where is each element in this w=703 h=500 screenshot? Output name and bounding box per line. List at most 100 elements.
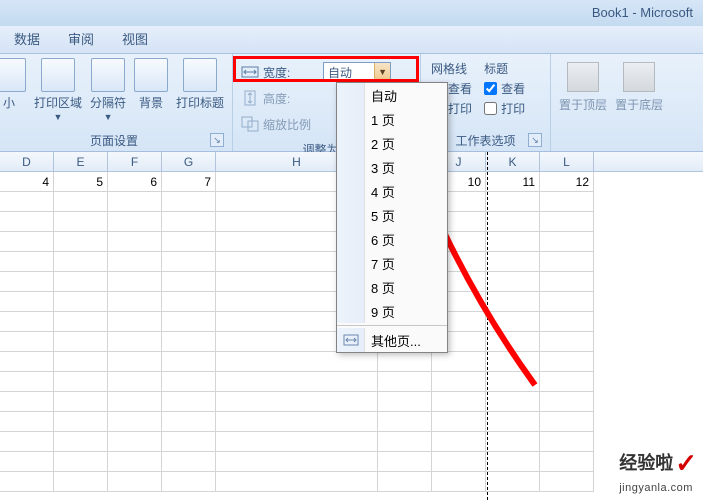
dropdown-item[interactable]: 1 页	[337, 107, 447, 131]
cell[interactable]: 6	[108, 172, 162, 192]
dropdown-item[interactable]: 3 页	[337, 155, 447, 179]
col-header[interactable]: F	[108, 152, 162, 171]
cell[interactable]	[0, 212, 54, 232]
cell[interactable]	[0, 332, 54, 352]
cell[interactable]	[0, 472, 54, 492]
send-back-button[interactable]: 置于底层	[611, 60, 667, 115]
dropdown-item[interactable]: 9 页	[337, 299, 447, 323]
cell[interactable]	[108, 252, 162, 272]
cell[interactable]	[432, 472, 486, 492]
headings-view-checkbox[interactable]: 查看	[478, 78, 531, 98]
cell[interactable]	[162, 252, 216, 272]
cell[interactable]	[0, 372, 54, 392]
cell[interactable]	[540, 452, 594, 472]
dropdown-item[interactable]: 4 页	[337, 179, 447, 203]
cell[interactable]	[54, 292, 108, 312]
dialog-launcher-icon[interactable]: ↘	[528, 133, 542, 147]
col-header[interactable]: K	[486, 152, 540, 171]
cell[interactable]	[108, 292, 162, 312]
cell[interactable]	[162, 452, 216, 472]
cell[interactable]	[540, 192, 594, 212]
cell[interactable]	[216, 372, 378, 392]
col-header[interactable]: E	[54, 152, 108, 171]
cell[interactable]	[162, 332, 216, 352]
cell[interactable]	[162, 412, 216, 432]
cell[interactable]	[54, 332, 108, 352]
cell[interactable]	[216, 412, 378, 432]
cell[interactable]	[540, 252, 594, 272]
cell[interactable]	[0, 252, 54, 272]
cell[interactable]	[486, 252, 540, 272]
cell[interactable]	[216, 452, 378, 472]
tab-view[interactable]: 视图	[108, 26, 162, 54]
cell[interactable]	[162, 372, 216, 392]
cell[interactable]	[540, 432, 594, 452]
cell[interactable]	[486, 412, 540, 432]
cell[interactable]	[378, 472, 432, 492]
chevron-down-icon[interactable]: ▼	[374, 63, 390, 81]
cell[interactable]	[378, 352, 432, 372]
cell[interactable]	[216, 352, 378, 372]
cell[interactable]	[432, 372, 486, 392]
cell[interactable]	[108, 352, 162, 372]
cell[interactable]	[162, 232, 216, 252]
cell[interactable]	[108, 272, 162, 292]
cell[interactable]	[486, 272, 540, 292]
cell[interactable]	[540, 332, 594, 352]
cell[interactable]	[0, 412, 54, 432]
cell[interactable]	[432, 352, 486, 372]
cell[interactable]	[108, 472, 162, 492]
cell[interactable]	[0, 432, 54, 452]
cell[interactable]	[108, 232, 162, 252]
cell[interactable]	[432, 452, 486, 472]
cell[interactable]	[108, 432, 162, 452]
cell[interactable]	[54, 452, 108, 472]
tab-data[interactable]: 数据	[0, 26, 54, 54]
cell[interactable]	[540, 412, 594, 432]
cell[interactable]	[486, 352, 540, 372]
cell[interactable]	[108, 312, 162, 332]
cell[interactable]	[162, 292, 216, 312]
cell[interactable]	[54, 412, 108, 432]
dropdown-item[interactable]: 5 页	[337, 203, 447, 227]
cell[interactable]	[108, 412, 162, 432]
width-combo[interactable]: 自动 ▼	[323, 62, 391, 82]
cell[interactable]	[432, 392, 486, 412]
dropdown-item[interactable]: 自动	[337, 83, 447, 107]
col-header[interactable]: G	[162, 152, 216, 171]
cell[interactable]	[540, 392, 594, 412]
cell[interactable]	[540, 372, 594, 392]
cell[interactable]	[540, 352, 594, 372]
dialog-launcher-icon[interactable]: ↘	[210, 133, 224, 147]
cell[interactable]	[0, 312, 54, 332]
cell[interactable]	[54, 372, 108, 392]
cell[interactable]	[54, 272, 108, 292]
cell[interactable]: 4	[0, 172, 54, 192]
headings-print-checkbox[interactable]: 打印	[478, 98, 531, 118]
cell[interactable]	[162, 272, 216, 292]
cell[interactable]	[108, 332, 162, 352]
cell[interactable]	[54, 472, 108, 492]
cell[interactable]	[486, 292, 540, 312]
cell[interactable]	[0, 352, 54, 372]
cell[interactable]	[432, 412, 486, 432]
cell[interactable]	[54, 212, 108, 232]
cell[interactable]	[540, 292, 594, 312]
cell[interactable]	[54, 232, 108, 252]
cell[interactable]: 5	[54, 172, 108, 192]
margins-button[interactable]: 小	[0, 56, 30, 129]
cell[interactable]	[486, 452, 540, 472]
cell[interactable]	[540, 272, 594, 292]
cell[interactable]	[486, 392, 540, 412]
cell[interactable]	[486, 432, 540, 452]
tab-review[interactable]: 审阅	[54, 26, 108, 54]
cell[interactable]	[486, 472, 540, 492]
cell[interactable]	[540, 212, 594, 232]
dropdown-item[interactable]: 2 页	[337, 131, 447, 155]
cell[interactable]	[378, 432, 432, 452]
cell[interactable]	[162, 432, 216, 452]
cell[interactable]	[378, 412, 432, 432]
cell[interactable]	[540, 232, 594, 252]
cell[interactable]	[486, 212, 540, 232]
cell[interactable]	[54, 352, 108, 372]
